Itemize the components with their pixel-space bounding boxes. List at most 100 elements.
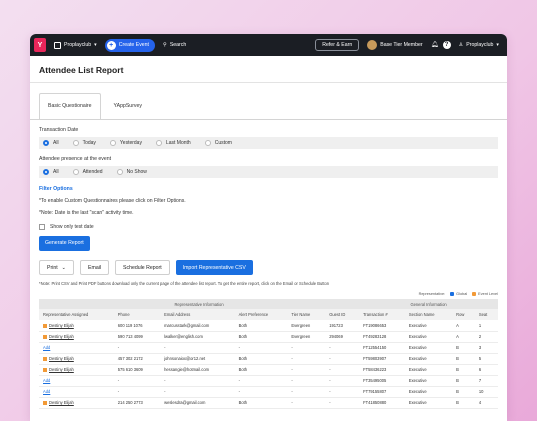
col-phone[interactable]: Phone [113,309,161,320]
cell-email: hessangie@hotmail.com [164,367,210,372]
cell-row: B [456,367,459,372]
tier-medal-icon [367,40,378,50]
radio-label: Today [82,140,96,146]
cell-tier: Evergreen [291,322,311,328]
filter-options-link[interactable]: Filter Options [39,186,498,192]
radio-transaction-last-month[interactable]: Last Month [155,140,191,146]
org-switcher[interactable]: Proplayclub ▾ [50,41,101,49]
add-representative-link[interactable]: Add [43,389,50,394]
cell-rep: Destiny Elijah [39,353,114,364]
cell-tier: - [291,345,293,350]
cell-phone: 575 610 3609 [117,367,143,372]
tab-yappsurvey[interactable]: YAppSurvey [105,93,151,119]
radio-transaction-yesterday[interactable]: Yesterday [109,140,142,146]
cell-guest: - [329,367,331,372]
cell-email: - [164,389,166,394]
tier-label: Base Tier Member [380,42,423,48]
email-button[interactable]: Email [80,260,110,275]
help-icon[interactable]: ? [442,41,451,49]
cell-section: Executive [408,345,427,350]
cell-row: B [456,389,459,394]
event-level-marker [43,334,47,339]
cell-row: B [456,345,459,350]
cell-seat: 7 [478,378,482,383]
user-menu[interactable]: ♙ Proplayclub ▾ [455,42,503,48]
tier-badge[interactable]: Base Tier Member [363,40,426,50]
cell-txn: FT12554150 [363,345,387,350]
cell-tier: Evergreen [291,334,311,339]
cell-alert: - [238,378,240,383]
tab-basic-questionaire[interactable]: Basic Questionaire [39,93,101,119]
col-email[interactable]: Email Address [160,309,235,320]
col-seat[interactable]: Seat [474,309,498,320]
app-logo[interactable]: Y [34,38,46,52]
test-date-checkbox-row[interactable]: Show only test date [39,224,498,230]
bell-icon[interactable]: 🔔︎ [431,41,439,49]
radio-transaction-custom[interactable]: Custom [204,140,232,146]
import-csv-button[interactable]: Import Representative CSV [175,260,253,275]
cell-row: B [456,400,459,405]
table-row: Add - - - - - FT12554150 Executive B 3 [39,342,498,353]
page-title: Attendee List Report [30,56,507,83]
create-event-button[interactable]: + Create Event [104,38,155,52]
radio-transaction-all[interactable]: All [43,140,59,146]
radio-label: Last Month [165,140,191,146]
representative-name-link[interactable]: Destiny Elijah [49,400,74,405]
cell-email: weslesdra@gmail.com [164,400,206,405]
col-rep-assigned[interactable]: Representative Assigned [39,309,114,320]
test-date-checkbox[interactable] [39,224,45,230]
cell-row: B [456,378,459,383]
cell-rep: Add [39,342,114,353]
radio-transaction-today[interactable]: Today [72,140,96,146]
col-transaction[interactable]: Transaction # [359,309,405,320]
event-level-marker [43,356,47,361]
cell-guest: 191723 [329,322,343,328]
generate-report-button[interactable]: Generate Report [39,236,90,251]
radio-presence-all[interactable]: All [43,169,59,175]
table-row: Destiny Elijah 457 302 2172 johnsonaiox@or… [39,353,498,364]
radio-dot [204,140,211,146]
radio-dot [43,169,49,175]
cell-rep: Destiny Elijah [39,331,114,342]
radio-presence-no-show[interactable]: No Show [116,169,147,175]
cell-section: Executive [408,378,427,383]
transaction-date-options: All Today Yesterday Last Month Custom [39,137,498,149]
refer-earn-button[interactable]: Refer & Earn [315,39,360,51]
table-row: Destiny Elijah 600 119 1076 marcusstark@gm… [39,320,498,331]
cell-section: Executive [408,389,427,394]
cell-section: Executive [408,322,427,328]
chevron-down-icon: ▾ [496,42,499,48]
radio-label: No Show [126,169,147,175]
col-section-name[interactable]: Section Name [404,309,453,320]
radio-presence-attended[interactable]: Attended [72,169,103,175]
col-alert-preference[interactable]: Alert Preference [234,309,288,320]
cell-tier: - [291,378,293,383]
radio-label: All [53,140,59,146]
cell-txn: FT19086653 [363,322,387,328]
event-level-marker [43,323,47,328]
col-row[interactable]: Row [452,309,475,320]
representative-name-link[interactable]: Destiny Elijah [49,367,74,372]
print-label: Print [47,264,58,271]
cell-alert: Both [238,400,248,405]
representative-name-link[interactable]: Destiny Elijah [49,334,74,339]
add-representative-link[interactable]: Add [43,378,50,383]
schedule-report-button[interactable]: Schedule Report [115,260,170,275]
cell-guest: - [329,356,331,361]
cell-txn: FT59803907 [363,356,387,361]
main-content: Attendee List Report Basic Questionaire … [30,56,507,409]
add-representative-link[interactable]: Add [43,345,50,350]
cell-phone: 214 250 2773 [117,400,143,405]
presence-label: Attendee presence at the event [39,156,112,162]
representative-name-link[interactable]: Destiny Elijah [49,356,74,361]
col-guest-id[interactable]: Guest ID [325,309,360,320]
representative-name-link[interactable]: Destiny Elijah [49,323,74,328]
cell-section: Executive [408,334,427,339]
search-button[interactable]: ⚲ Search [159,42,190,48]
search-label: Search [169,42,187,48]
print-dropdown[interactable]: Print ⌄ [39,260,75,275]
col-tier-name[interactable]: Tier Name [287,309,326,320]
radio-dot [72,140,79,146]
representative-legend: Representative: Global Event Level [39,292,498,296]
cell-row: B [456,356,459,361]
